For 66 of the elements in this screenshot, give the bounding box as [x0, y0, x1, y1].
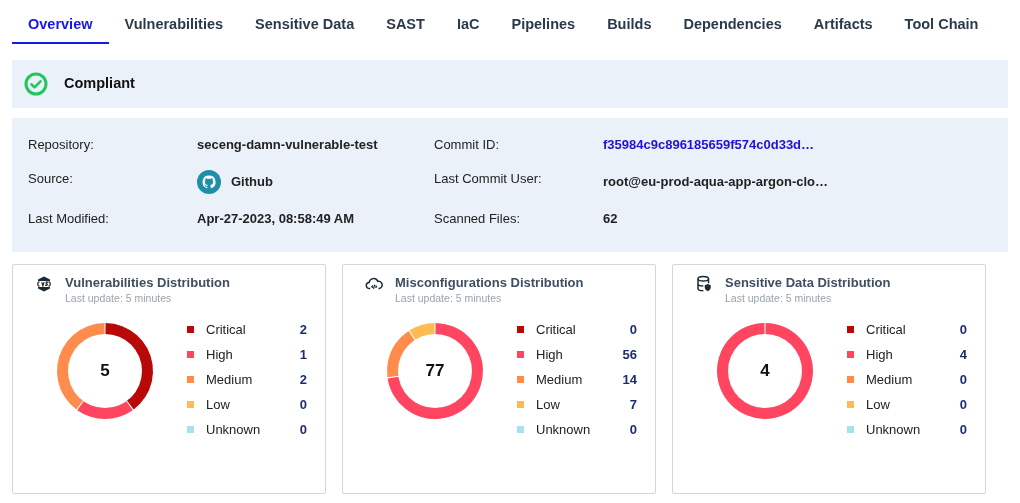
legend-label: High: [536, 345, 564, 364]
legend-label: High: [866, 345, 894, 364]
legend-count: 2: [299, 370, 307, 389]
update-time: Last update: 5 minutes: [395, 291, 503, 305]
legend-label: Unknown: [206, 420, 262, 439]
tab[interactable]: IaC: [440, 14, 496, 44]
tab[interactable]: Builds: [591, 14, 668, 44]
total-count: 77: [425, 360, 445, 383]
tab[interactable]: Tool Chain: [888, 14, 995, 44]
field-label: Last Commit User:: [434, 170, 543, 188]
legend-label: Unknown: [536, 420, 592, 439]
legend-label: Critical: [866, 320, 907, 339]
legend-count: 0: [959, 370, 967, 389]
database-shield-icon: [695, 275, 713, 293]
legend-count: 0: [959, 420, 967, 439]
card-title: Misconfigurations Distribution: [395, 275, 584, 291]
legend-count: 2: [299, 320, 307, 339]
status-label: Compliant: [64, 74, 135, 94]
field-label: Repository:: [28, 136, 95, 154]
tab[interactable]: Dependencies: [667, 14, 798, 44]
tab[interactable]: Overview: [12, 14, 109, 44]
shield-badge-icon: [35, 275, 53, 293]
field-value: 62: [603, 210, 618, 228]
tab[interactable]: Artifacts: [797, 14, 889, 44]
legend-label: Medium: [536, 370, 584, 389]
legend-count: 0: [959, 320, 967, 339]
update-time: Last update: 5 minutes: [65, 291, 173, 305]
field-value: Apr-27-2023, 08:58:49 AM: [197, 210, 355, 228]
field-label: Commit ID:: [434, 136, 500, 154]
legend-count: 4: [959, 345, 967, 364]
total-count: 5: [100, 360, 110, 383]
legend-label: Medium: [206, 370, 254, 389]
github-logo-icon: [197, 170, 221, 194]
commit-link[interactable]: f35984c9c896185659f574c0d33d…: [603, 136, 815, 154]
field-value: seceng-damn-vulnerable-test: [197, 136, 378, 154]
field-value: Github: [231, 173, 273, 191]
legend-label: Unknown: [866, 420, 922, 439]
field-label: Last Modified:: [28, 210, 110, 228]
legend-label: Low: [536, 395, 561, 414]
total-count: 4: [760, 360, 770, 383]
card-title: Vulnerabilities Distribution: [65, 275, 230, 291]
legend-count: 0: [299, 395, 307, 414]
legend-count: 7: [629, 395, 637, 414]
tab[interactable]: Vulnerabilities: [108, 14, 240, 44]
card-title: Sensitive Data Distribution: [725, 275, 891, 291]
legend-count: 0: [299, 420, 307, 439]
legend-label: High: [206, 345, 234, 364]
legend-count: 56: [622, 345, 637, 364]
legend-label: Low: [866, 395, 891, 414]
legend-count: 0: [959, 395, 967, 414]
legend-count: 14: [622, 370, 637, 389]
legend-label: Medium: [866, 370, 914, 389]
legend-label: Low: [206, 395, 231, 414]
field-label: Scanned Files:: [434, 210, 521, 228]
field-value: root@eu-prod-aqua-app-argon-clo…: [603, 173, 828, 191]
legend-count: 1: [299, 345, 307, 364]
tab[interactable]: SAST: [370, 14, 441, 44]
update-time: Last update: 5 minutes: [725, 291, 833, 305]
tab[interactable]: Pipelines: [495, 14, 592, 44]
legend-count: 0: [629, 420, 637, 439]
tab[interactable]: Sensitive Data: [239, 14, 371, 44]
legend-count: 0: [629, 320, 637, 339]
legend-label: Critical: [536, 320, 577, 339]
field-label: Source:: [28, 170, 74, 188]
legend-label: Critical: [206, 320, 247, 339]
check-circle-icon: [24, 72, 48, 96]
